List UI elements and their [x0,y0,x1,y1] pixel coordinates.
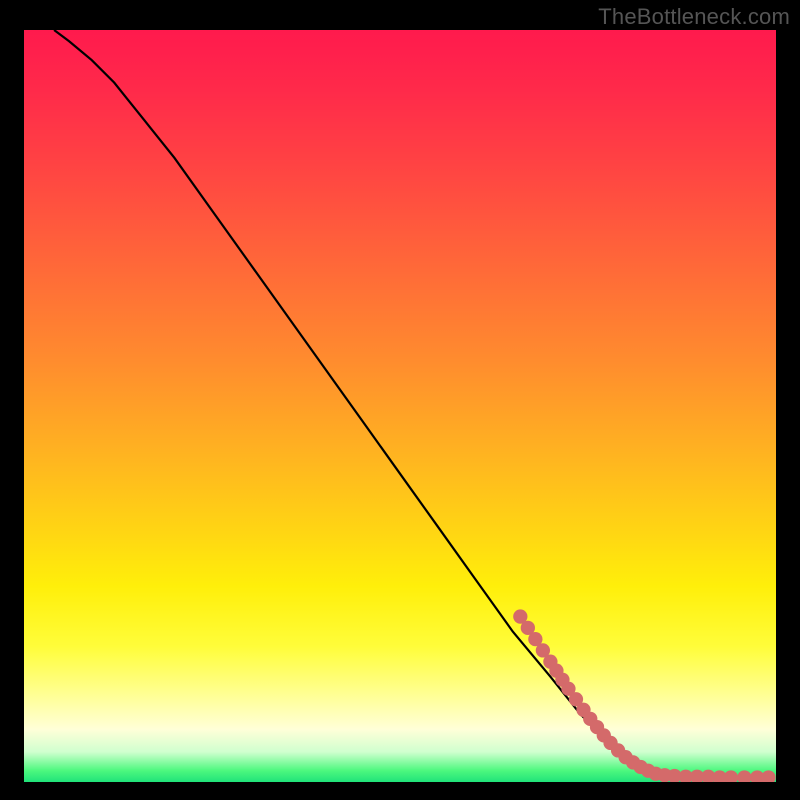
bottleneck-curve [54,30,768,777]
data-dots [513,609,775,782]
data-dot [761,770,775,782]
chart-frame: TheBottleneck.com [0,0,800,800]
attribution-label: TheBottleneck.com [598,4,790,30]
data-dot [737,770,751,782]
data-dot [724,770,738,782]
plot-area [24,30,776,782]
chart-overlay [24,30,776,782]
